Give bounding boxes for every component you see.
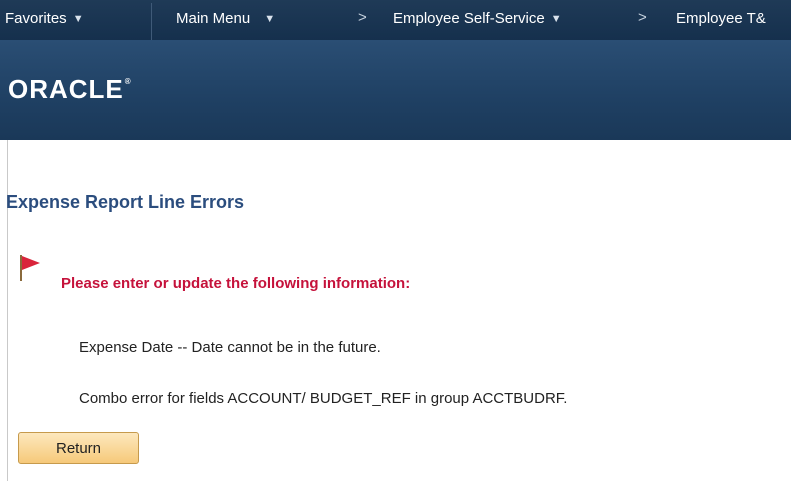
nav-divider [151, 3, 152, 40]
breadcrumb-label: Employee Self-Service [393, 10, 545, 27]
logo-text: ORACLE [8, 74, 124, 104]
chevron-right-icon: > [358, 9, 367, 26]
breadcrumb-employee-self-service[interactable]: Employee Self-Service ▼ [393, 10, 562, 27]
triangle-down-icon: ▼ [264, 13, 276, 25]
main-menu[interactable]: Main Menu ▼ [176, 10, 275, 27]
triangle-down-icon: ▼ [72, 13, 84, 25]
triangle-down-icon: ▼ [550, 13, 562, 25]
top-navigation-bar: Favorites ▼ Main Menu ▼ > Employee Self-Se… [0, 0, 791, 40]
main-menu-label: Main Menu [176, 10, 251, 27]
branding-header: ORACLE® [0, 40, 791, 140]
breadcrumb-employee-travel[interactable]: Employee T& [676, 10, 766, 27]
error-message: Expense Date -- Date cannot be in the fu… [79, 339, 381, 356]
breadcrumb-label: Employee T& [676, 10, 766, 27]
error-flag-icon [20, 255, 40, 281]
chevron-right-icon: > [638, 9, 647, 26]
error-heading: Please enter or update the following inf… [61, 275, 411, 292]
page-title: Expense Report Line Errors [6, 192, 245, 212]
trademark-symbol: ® [124, 77, 132, 86]
return-button[interactable]: Return [18, 432, 139, 464]
favorites-menu[interactable]: Favorites ▼ [5, 10, 84, 27]
error-message: Combo error for fields ACCOUNT/ BUDGET_R… [79, 390, 568, 407]
favorites-label: Favorites [5, 10, 67, 27]
oracle-logo: ORACLE® [8, 74, 132, 105]
